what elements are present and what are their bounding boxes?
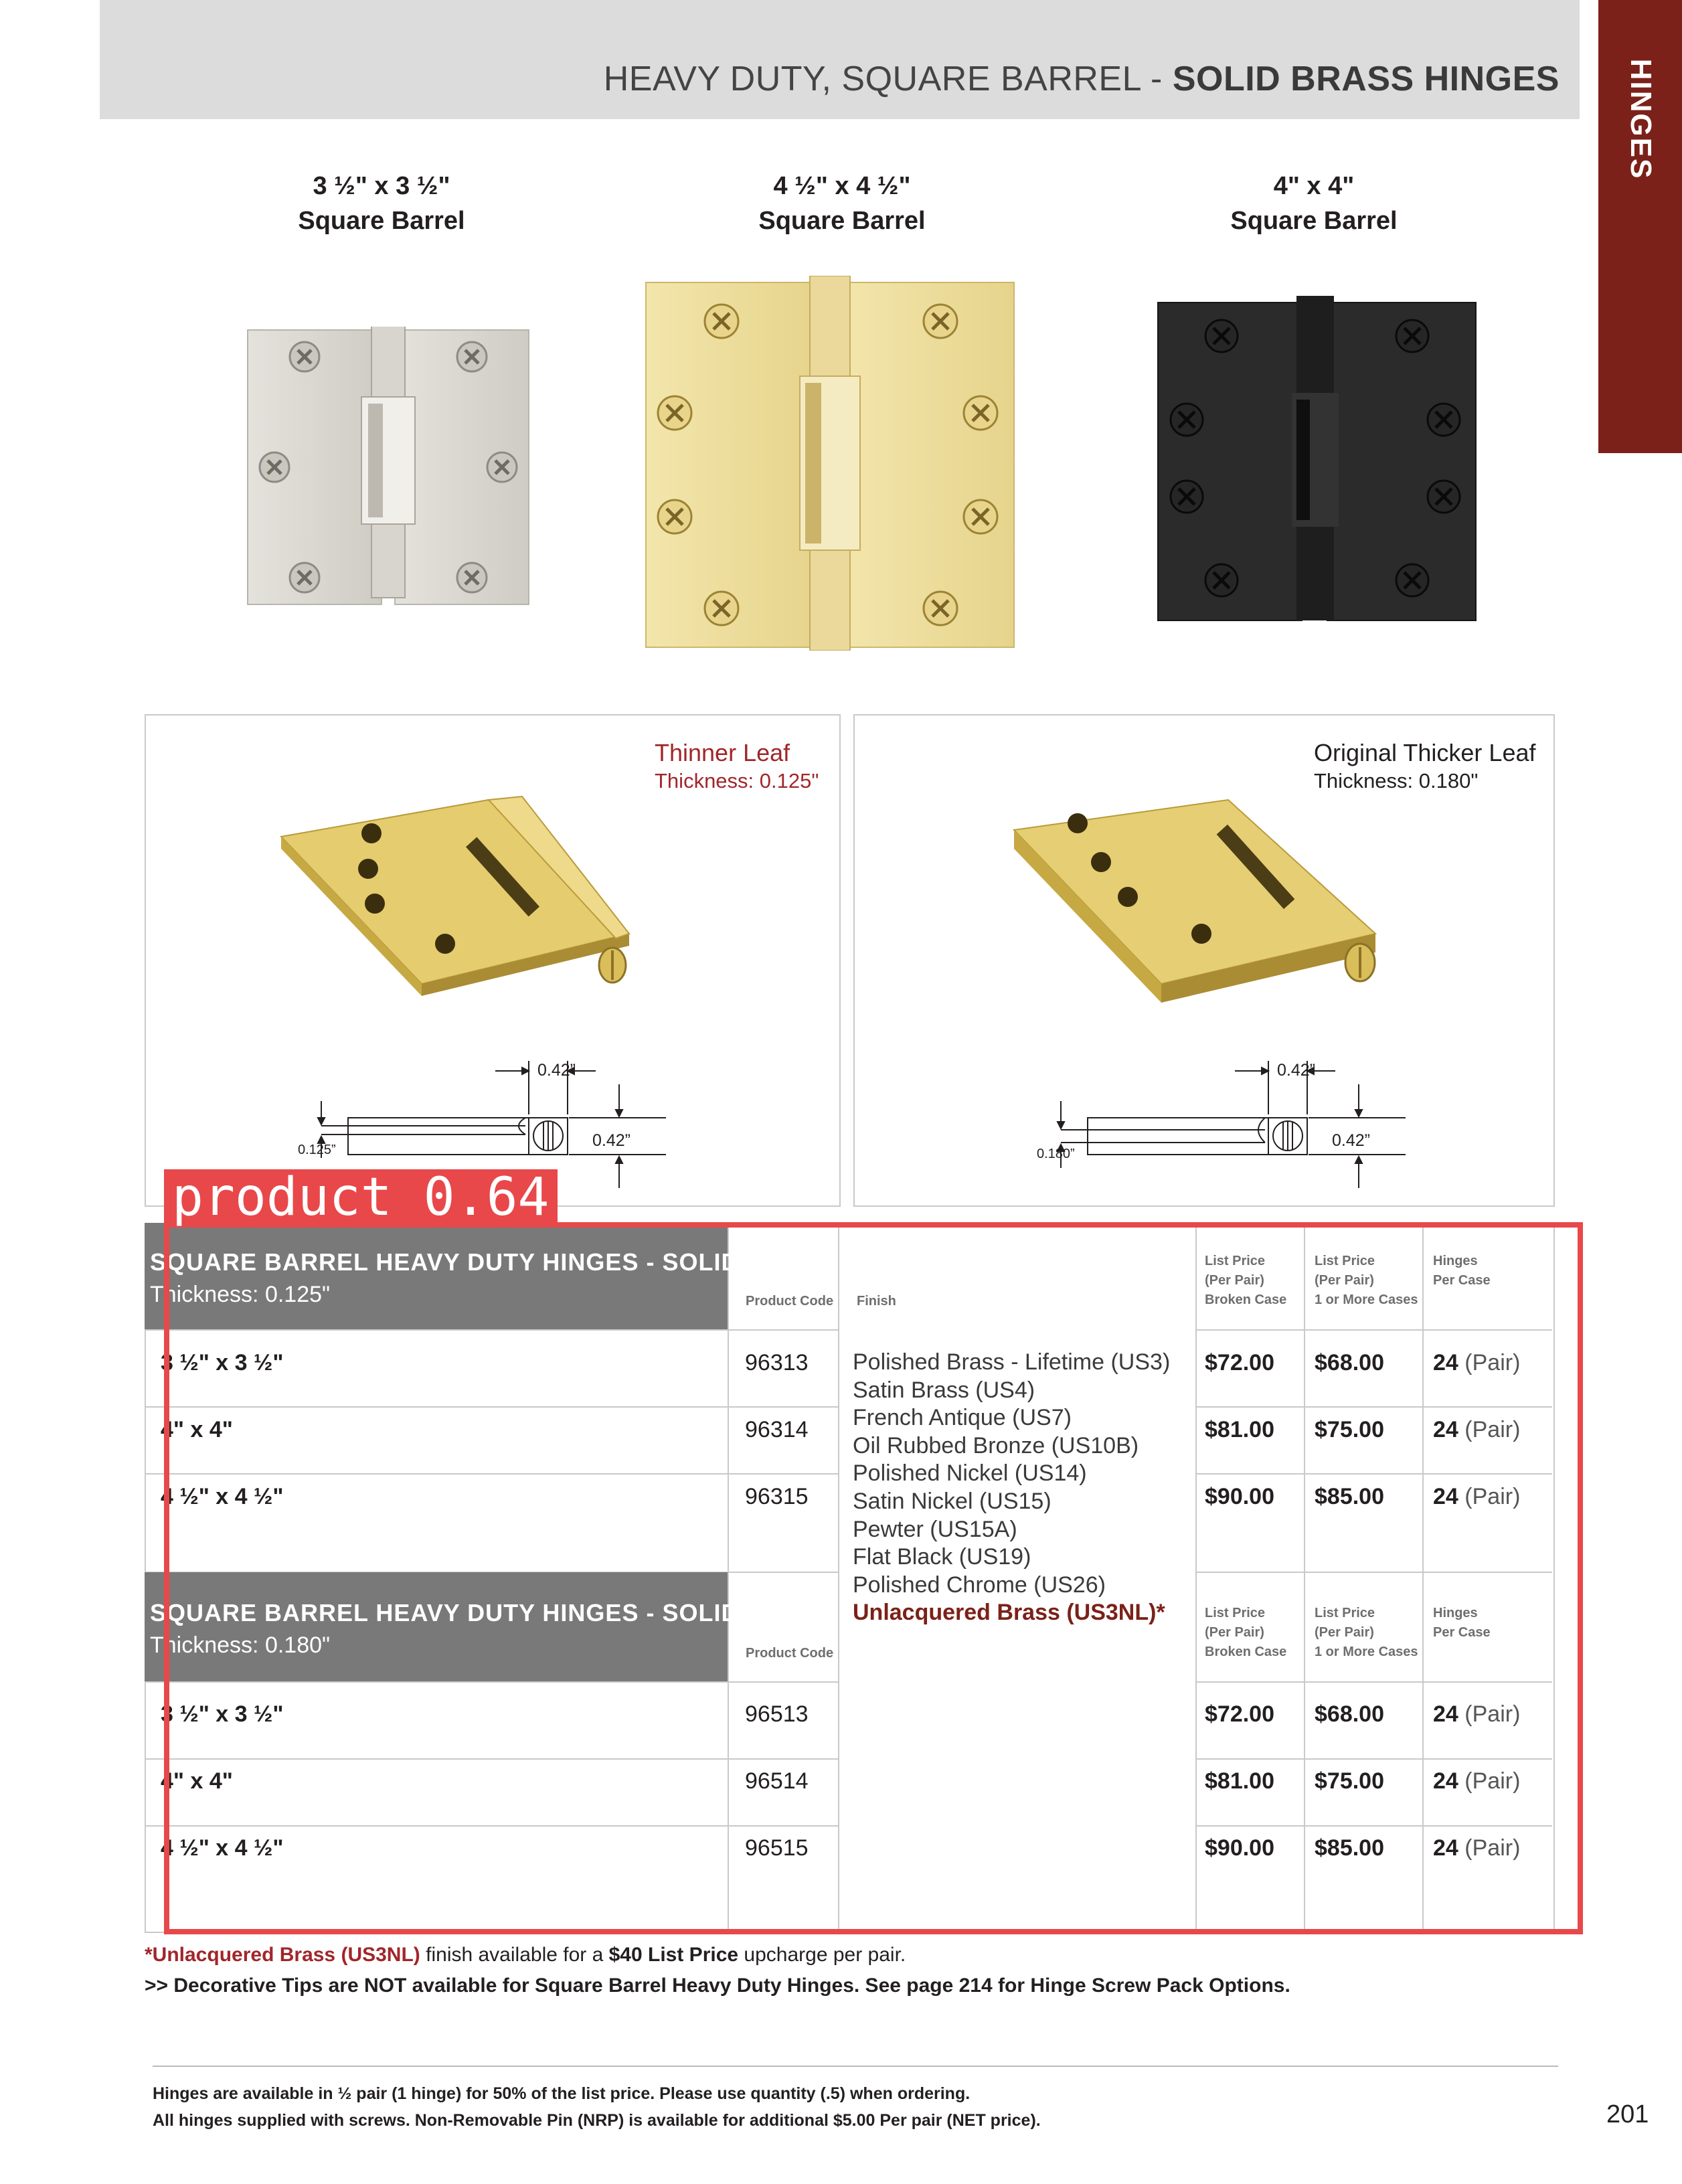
product-caption: 4" x 4" Square Barrel bbox=[1180, 169, 1448, 238]
product-size: 4" x 4" bbox=[1273, 172, 1355, 200]
product-caption: 4 ½" x 4 ½" Square Barrel bbox=[708, 169, 976, 238]
hinge-open-image-thick bbox=[1012, 799, 1377, 1003]
finish-note: *Unlacquered Brass (US3NL) finish availa… bbox=[145, 1944, 906, 1966]
section-tab-label: HINGES bbox=[1624, 58, 1657, 180]
footer-note-screws: All hinges supplied with screws. Non-Rem… bbox=[153, 2111, 1041, 2130]
leaf-title: Original Thicker Leaf bbox=[1314, 739, 1536, 766]
page-title: HEAVY DUTY, SQUARE BARREL - SOLID BRASS … bbox=[603, 60, 1560, 98]
dimension-diagram-thick bbox=[1056, 1061, 1406, 1188]
product-type: Square Barrel bbox=[1230, 207, 1398, 235]
hinge-image-satin-brass bbox=[645, 276, 1015, 651]
detection-box bbox=[164, 1222, 1583, 1934]
leaf-title: Thinner Leaf bbox=[655, 739, 790, 766]
footer-note-half-pair: Hinges are available in ½ pair (1 hinge)… bbox=[153, 2084, 971, 2103]
leaf-thickness: Thickness: 0.125" bbox=[655, 769, 819, 792]
hinge-image-satin-nickel bbox=[247, 327, 529, 605]
dimension-width: 0.42” bbox=[537, 1061, 576, 1080]
decorative-tips-note: >> Decorative Tips are NOT available for… bbox=[145, 1975, 1290, 1997]
dimension-height: 0.42” bbox=[1332, 1131, 1370, 1150]
detection-label: product 0.64 bbox=[164, 1169, 558, 1226]
dimension-leaf: 0.180” bbox=[1037, 1147, 1075, 1161]
dimension-width: 0.42” bbox=[1277, 1061, 1315, 1080]
product-size: 3 ½" x 3 ½" bbox=[313, 172, 450, 200]
product-type: Square Barrel bbox=[758, 207, 926, 235]
section-tab-hinges[interactable]: HINGES bbox=[1598, 0, 1682, 453]
dimension-height: 0.42” bbox=[592, 1131, 630, 1150]
dimension-leaf: 0.125” bbox=[298, 1143, 336, 1157]
hinge-image-flat-black bbox=[1157, 296, 1477, 621]
footer-divider bbox=[153, 2066, 1558, 2067]
page-number: 201 bbox=[1606, 2100, 1649, 2128]
product-caption: 3 ½" x 3 ½" Square Barrel bbox=[248, 169, 515, 238]
product-size: 4 ½" x 4 ½" bbox=[773, 172, 911, 200]
hinge-open-image-thin bbox=[279, 795, 631, 996]
product-type: Square Barrel bbox=[298, 207, 465, 235]
